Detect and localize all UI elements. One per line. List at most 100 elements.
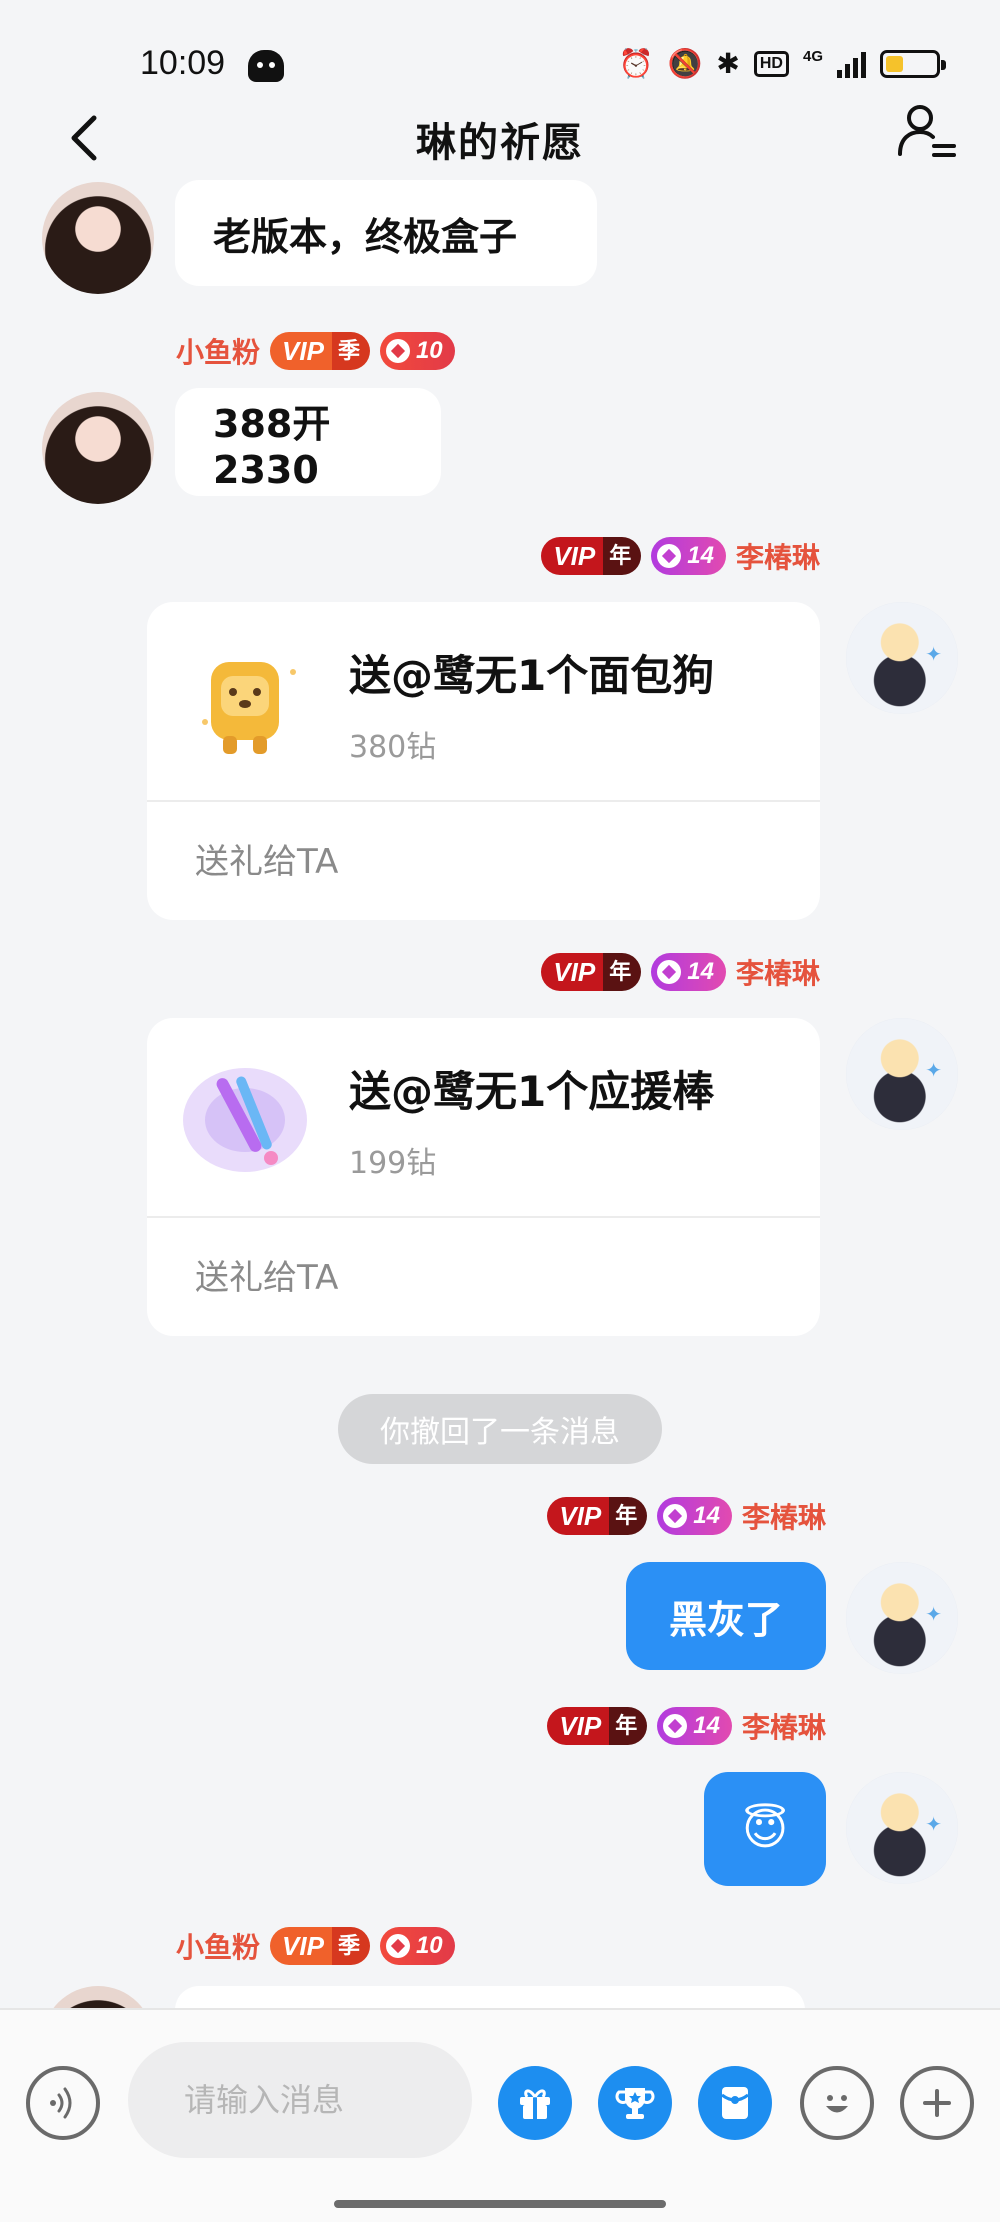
level-number: 10 bbox=[415, 1932, 443, 1959]
message-bubble[interactable]: 老版本，终极盒子 bbox=[175, 180, 597, 286]
page-title: 琳的祈愿 bbox=[416, 120, 584, 166]
app-notification-icon bbox=[248, 50, 284, 82]
sender-info: VIP 年 14 李椿琳 bbox=[541, 536, 820, 576]
gift-icon bbox=[520, 2089, 550, 2119]
red-packet-button[interactable] bbox=[698, 2066, 772, 2140]
avatar[interactable] bbox=[42, 182, 154, 294]
divider bbox=[147, 800, 820, 802]
gift-price: 199钻 bbox=[349, 1146, 437, 1181]
gift-title: 送@鹭无1个面包狗 bbox=[349, 651, 715, 700]
send-gift-link[interactable]: 送礼给TA bbox=[195, 834, 338, 883]
red-packet-icon bbox=[721, 2087, 749, 2119]
voice-button[interactable] bbox=[26, 2066, 100, 2140]
message-bubble[interactable] bbox=[175, 1986, 805, 2010]
message-bubble[interactable]: 388开2330 bbox=[175, 388, 441, 496]
avatar[interactable] bbox=[846, 602, 958, 714]
diamond-icon bbox=[657, 544, 682, 568]
vip-tier: 年 bbox=[603, 953, 642, 991]
vip-badge: VIP 季 bbox=[270, 1927, 370, 1965]
sender-name[interactable]: 小鱼粉 bbox=[176, 1926, 260, 1966]
gift-price: 380钻 bbox=[349, 730, 437, 765]
sender-name[interactable]: 李椿琳 bbox=[742, 1496, 826, 1536]
vip-tier: 季 bbox=[331, 332, 370, 370]
level-badge: 14 bbox=[657, 1707, 732, 1745]
vip-tier: 年 bbox=[609, 1707, 648, 1745]
level-number: 14 bbox=[693, 1502, 720, 1529]
sender-info: 小鱼粉 VIP 季 10 bbox=[176, 331, 455, 371]
send-gift-link[interactable]: 送礼给TA bbox=[195, 1250, 338, 1299]
emoji-button[interactable] bbox=[800, 2066, 874, 2140]
level-number: 10 bbox=[415, 337, 443, 364]
vip-label: VIP bbox=[541, 953, 604, 991]
vip-badge: VIP 年 bbox=[547, 1707, 648, 1745]
emoji-icon bbox=[826, 2095, 848, 2113]
sender-name[interactable]: 李椿琳 bbox=[742, 1706, 826, 1746]
message-bubble[interactable]: 😇 bbox=[704, 1772, 826, 1886]
bluetooth-icon: ✱ bbox=[716, 47, 740, 80]
level-badge: 10 bbox=[379, 1927, 455, 1965]
sender-info: 小鱼粉 VIP 季 10 bbox=[176, 1926, 455, 1966]
vip-tier: 季 bbox=[331, 1927, 370, 1965]
vip-label: VIP bbox=[547, 1707, 610, 1745]
level-number: 14 bbox=[687, 958, 714, 985]
chat-header: 琳的祈愿 bbox=[0, 90, 1000, 190]
vip-badge: VIP 季 bbox=[270, 332, 370, 370]
message-bubble[interactable]: 黑灰了 bbox=[626, 1562, 826, 1670]
sender-info: VIP 年 14 李椿琳 bbox=[547, 1706, 826, 1746]
network-type: 4G bbox=[802, 47, 823, 65]
gift-card[interactable]: 送@鹭无1个面包狗 380钻 送礼给TA bbox=[147, 602, 820, 920]
bread-dog-gift-icon bbox=[202, 662, 296, 754]
input-bar bbox=[0, 2008, 1000, 2222]
level-badge: 14 bbox=[651, 953, 726, 991]
message-input[interactable] bbox=[128, 2042, 472, 2158]
trophy-button[interactable] bbox=[598, 2066, 672, 2140]
avatar[interactable] bbox=[846, 1772, 958, 1884]
user-menu-icon[interactable] bbox=[894, 98, 958, 162]
trophy-icon bbox=[615, 2088, 655, 2119]
plus-icon bbox=[923, 2089, 951, 2117]
avatar[interactable] bbox=[42, 392, 154, 504]
sender-name[interactable]: 李椿琳 bbox=[736, 952, 820, 992]
avatar[interactable] bbox=[846, 1018, 958, 1130]
hd-icon: HD bbox=[753, 51, 789, 77]
vip-tier: 年 bbox=[603, 537, 642, 575]
level-number: 14 bbox=[687, 542, 714, 569]
diamond-icon bbox=[663, 1504, 688, 1528]
level-badge: 10 bbox=[379, 332, 455, 370]
vip-label: VIP bbox=[270, 1927, 332, 1965]
sender-info: VIP 年 14 李椿琳 bbox=[547, 1496, 826, 1536]
recalled-message-notice: 你撤回了一条消息 bbox=[338, 1394, 662, 1464]
vip-badge: VIP 年 bbox=[541, 953, 642, 991]
vip-badge: VIP 年 bbox=[541, 537, 642, 575]
sender-name[interactable]: 小鱼粉 bbox=[176, 331, 260, 371]
vip-tier: 年 bbox=[609, 1497, 648, 1535]
avatar[interactable] bbox=[42, 1986, 154, 2010]
divider bbox=[147, 1216, 820, 1218]
avatar[interactable] bbox=[846, 1562, 958, 1674]
vip-label: VIP bbox=[547, 1497, 610, 1535]
status-time: 10:09 bbox=[140, 44, 226, 82]
level-badge: 14 bbox=[657, 1497, 732, 1535]
diamond-icon bbox=[385, 339, 410, 363]
vip-label: VIP bbox=[270, 332, 332, 370]
vip-badge: VIP 年 bbox=[547, 1497, 648, 1535]
vip-label: VIP bbox=[541, 537, 604, 575]
home-indicator[interactable] bbox=[334, 2200, 666, 2208]
status-icons: ⏰ 🔕 ✱ HD 4G bbox=[618, 46, 946, 82]
battery-icon bbox=[880, 50, 946, 78]
signal-icon bbox=[837, 50, 866, 78]
diamond-icon bbox=[663, 1714, 688, 1738]
sender-name[interactable]: 李椿琳 bbox=[736, 536, 820, 576]
glow-stick-gift-icon bbox=[183, 1068, 307, 1172]
diamond-icon bbox=[385, 1934, 410, 1958]
alarm-icon: ⏰ bbox=[618, 47, 654, 80]
gift-card[interactable]: 送@鹭无1个应援棒 199钻 送礼给TA bbox=[147, 1018, 820, 1336]
more-button[interactable] bbox=[900, 2066, 974, 2140]
level-number: 14 bbox=[693, 1712, 720, 1739]
mute-icon: 🔕 bbox=[667, 47, 703, 80]
chat-messages[interactable]: 老版本，终极盒子 小鱼粉 VIP 季 10 388开2330 VIP 年 14 … bbox=[0, 180, 1000, 2010]
gift-button[interactable] bbox=[498, 2066, 572, 2140]
diamond-icon bbox=[657, 960, 682, 984]
battery-level bbox=[886, 56, 903, 72]
gift-title: 送@鹭无1个应援棒 bbox=[349, 1067, 715, 1116]
